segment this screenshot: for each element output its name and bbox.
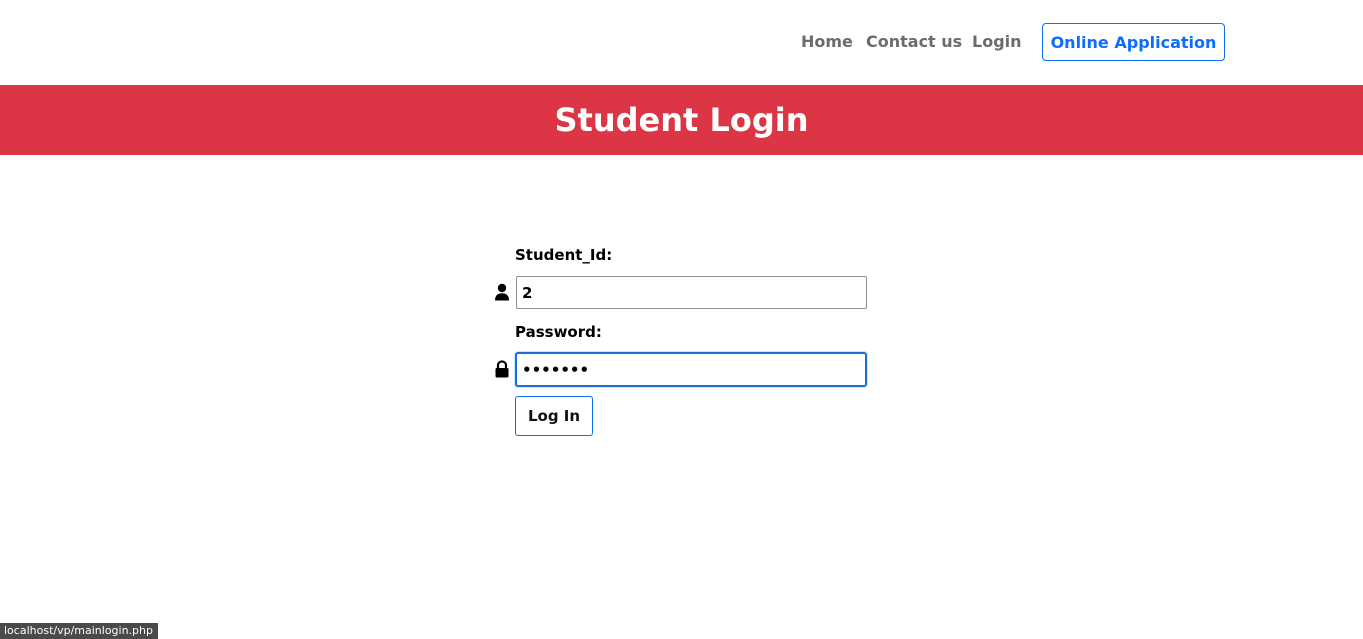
student-id-label: Student_Id:	[515, 246, 613, 264]
top-navbar: Home Contact us Login Online Application	[0, 0, 1363, 85]
lock-icon	[494, 360, 510, 378]
nav-login-link[interactable]: Login	[972, 31, 1022, 53]
log-in-button[interactable]: Log In	[515, 396, 593, 436]
online-application-button[interactable]: Online Application	[1042, 23, 1225, 61]
user-icon	[494, 283, 510, 301]
page-title: Student Login	[554, 101, 809, 139]
status-bar-url: localhost/vp/mainlogin.php	[0, 623, 158, 639]
nav-contact-link[interactable]: Contact us	[866, 31, 962, 53]
password-label: Password:	[515, 323, 602, 341]
student-id-input[interactable]	[516, 276, 867, 309]
password-input[interactable]	[515, 352, 867, 387]
nav-home-link[interactable]: Home	[801, 31, 853, 53]
page-banner: Student Login	[0, 85, 1363, 155]
